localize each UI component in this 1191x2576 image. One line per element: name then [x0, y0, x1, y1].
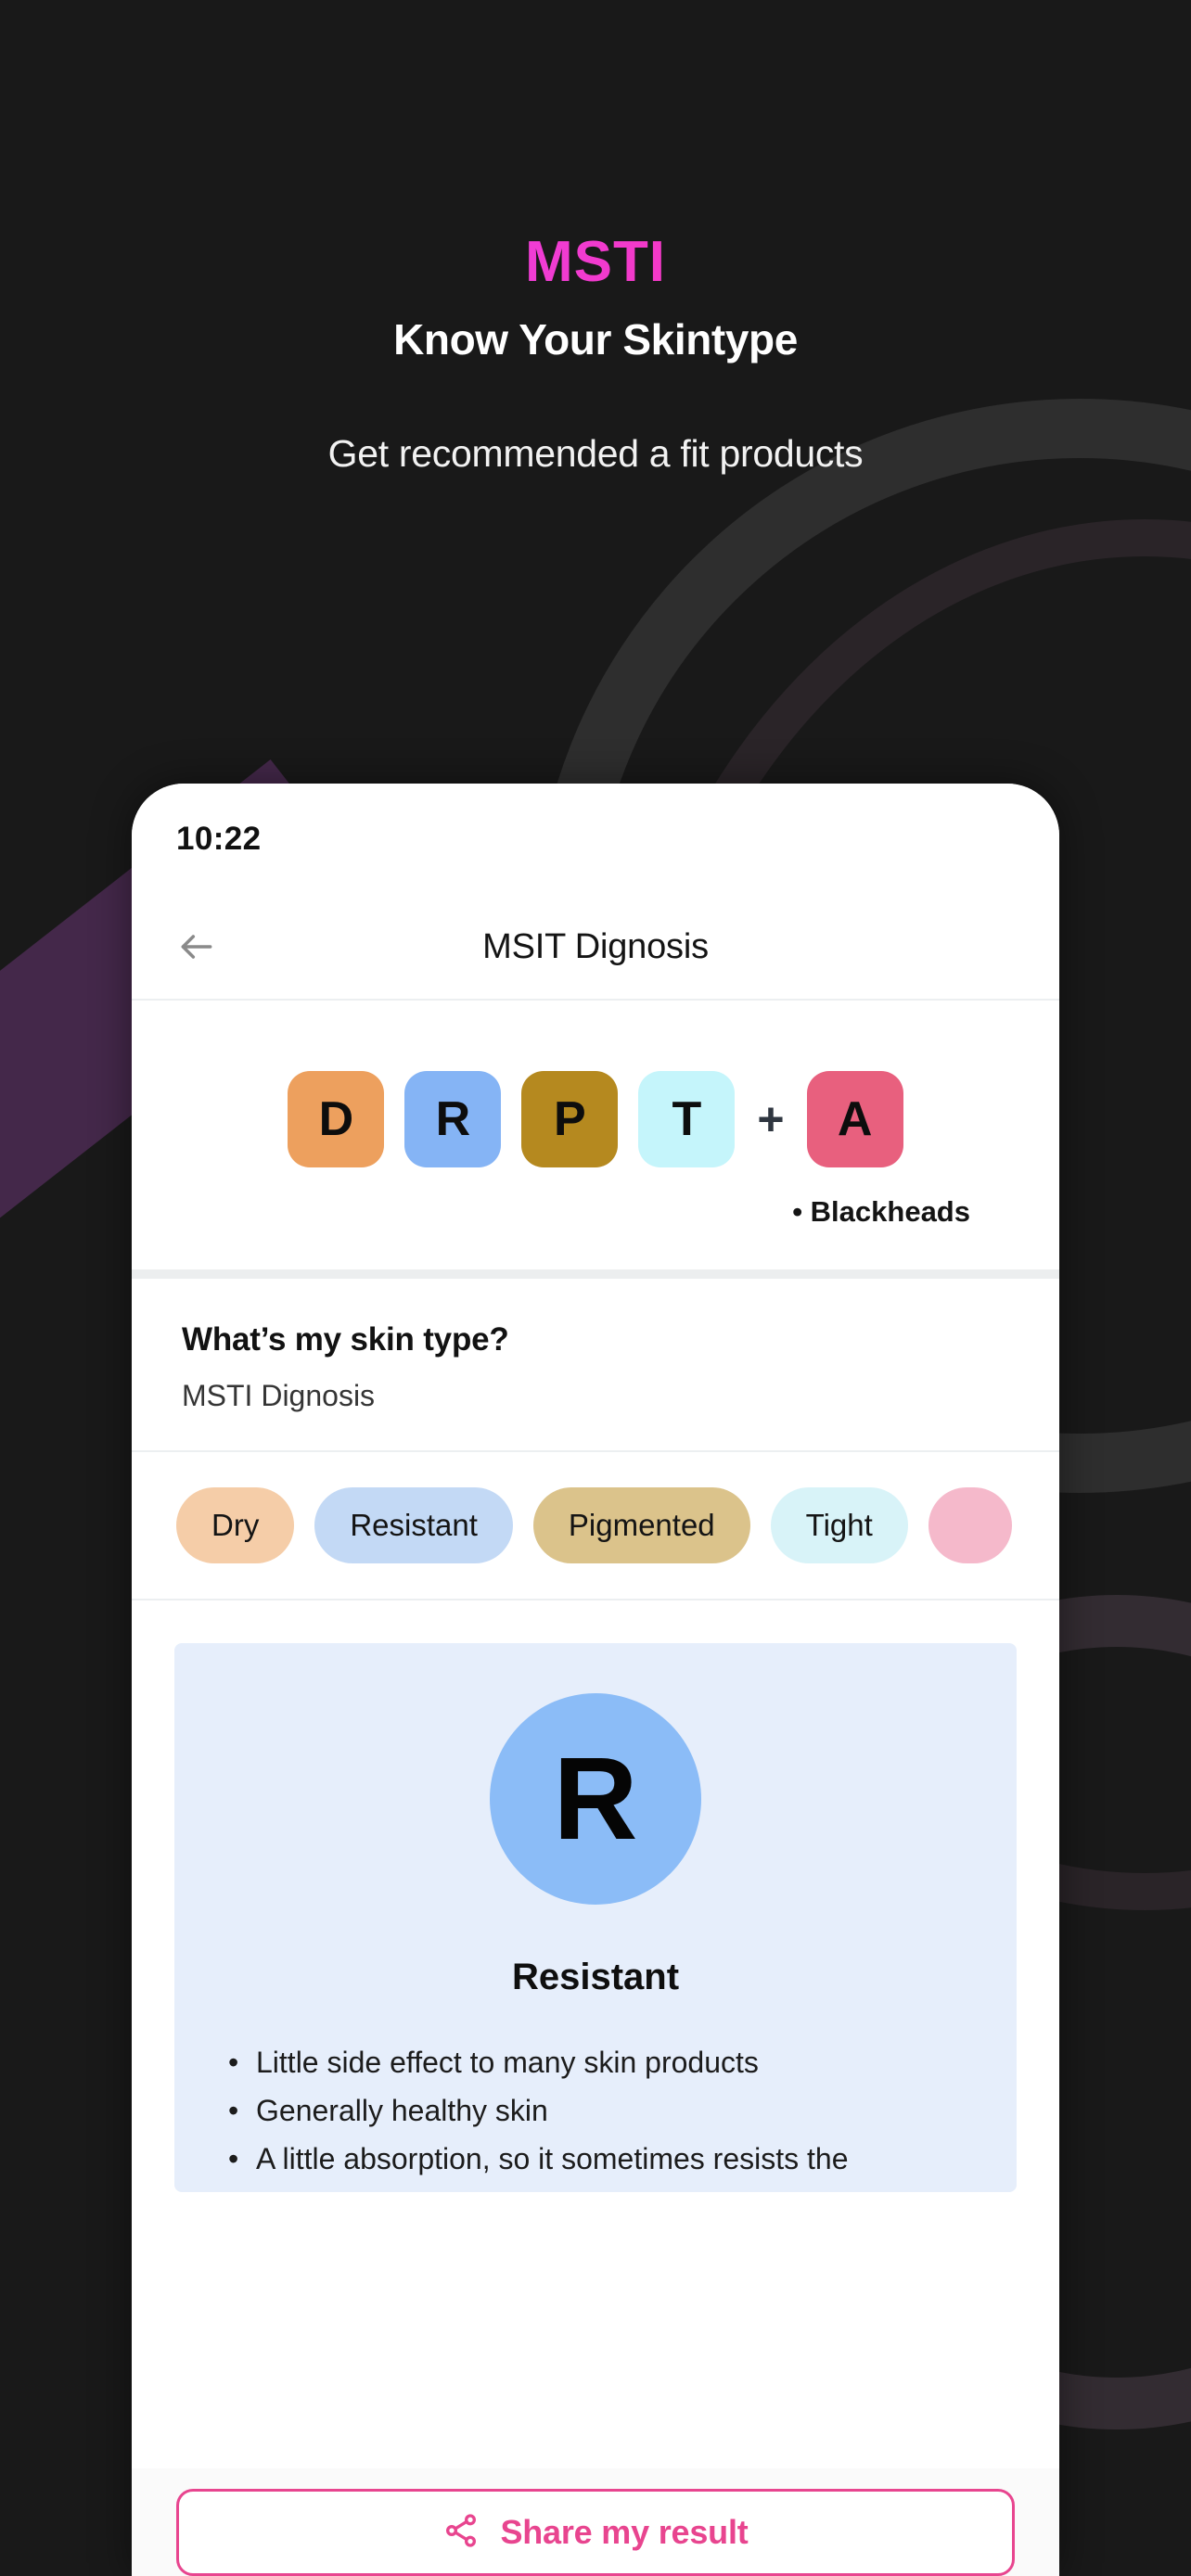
promo-title: Know Your Skintype	[393, 315, 798, 363]
result-badge: R	[490, 1693, 701, 1905]
skin-code-tiles: D R P T + A	[132, 1071, 1059, 1167]
skin-code-note: • Blackheads	[792, 1195, 970, 1228]
chip-pigmented[interactable]: Pigmented	[532, 1487, 750, 1563]
status-bar-time: 10:22	[176, 821, 262, 857]
share-bar: Share my result	[132, 2468, 1059, 2576]
section-divider	[132, 1269, 1059, 1279]
list-item: Little side effect to many skin products	[228, 2039, 980, 2087]
chip-partial[interactable]	[928, 1487, 1012, 1563]
question-subtitle: MSTI Dignosis	[182, 1379, 376, 1412]
question-title: What’s my skin type?	[182, 1321, 509, 1358]
code-tile-d: D	[288, 1071, 385, 1167]
app-logo-text: MSTI	[0, 234, 1191, 291]
chip-resistant[interactable]: Resistant	[314, 1487, 513, 1563]
code-tile-r: R	[404, 1071, 502, 1167]
promo-tagline: Get recommended a fit products	[327, 431, 864, 475]
list-item: Generally healthy skin	[228, 2087, 980, 2136]
chip-dry[interactable]: Dry	[176, 1487, 295, 1563]
result-card: R Resistant Little side effect to many s…	[174, 1643, 1017, 2193]
app-screenshot: MSTI Know Your Skintype Get recommended …	[0, 0, 1191, 2576]
chip-tight[interactable]: Tight	[770, 1487, 908, 1563]
status-bar: 10:22	[132, 784, 1059, 895]
share-icon	[442, 2512, 480, 2554]
code-tile-t: T	[638, 1071, 736, 1167]
nav-bar: MSIT Dignosis	[132, 895, 1059, 1001]
result-section: R Resistant Little side effect to many s…	[132, 1600, 1059, 2193]
share-button-label: Share my result	[500, 2513, 749, 2551]
skin-code-section: D R P T + A • Blackheads	[132, 1001, 1059, 1229]
nav-title: MSIT Dignosis	[482, 926, 709, 966]
plus-icon: +	[757, 1093, 785, 1145]
phone-mockup: 10:22 MSIT Dignosis D R P T + A • Blackh…	[132, 784, 1059, 2576]
list-item: A little absorption, so it sometimes res…	[228, 2136, 980, 2184]
attribute-chips: Dry Resistant Pigmented Tight	[132, 1452, 1059, 1600]
code-tile-p: P	[521, 1071, 619, 1167]
share-my-result-button[interactable]: Share my result	[176, 2489, 1015, 2576]
result-bullet-list: Little side effect to many skin products…	[211, 2039, 980, 2183]
promo-header: MSTI Know Your Skintype Get recommended …	[0, 0, 1191, 477]
section-spacer	[132, 1229, 1059, 1269]
code-tile-a: A	[806, 1071, 903, 1167]
arrow-left-icon	[176, 926, 217, 967]
question-block: What’s my skin type? MSTI Dignosis	[132, 1279, 1059, 1452]
result-name: Resistant	[511, 1957, 680, 1997]
back-button[interactable]	[167, 917, 226, 976]
